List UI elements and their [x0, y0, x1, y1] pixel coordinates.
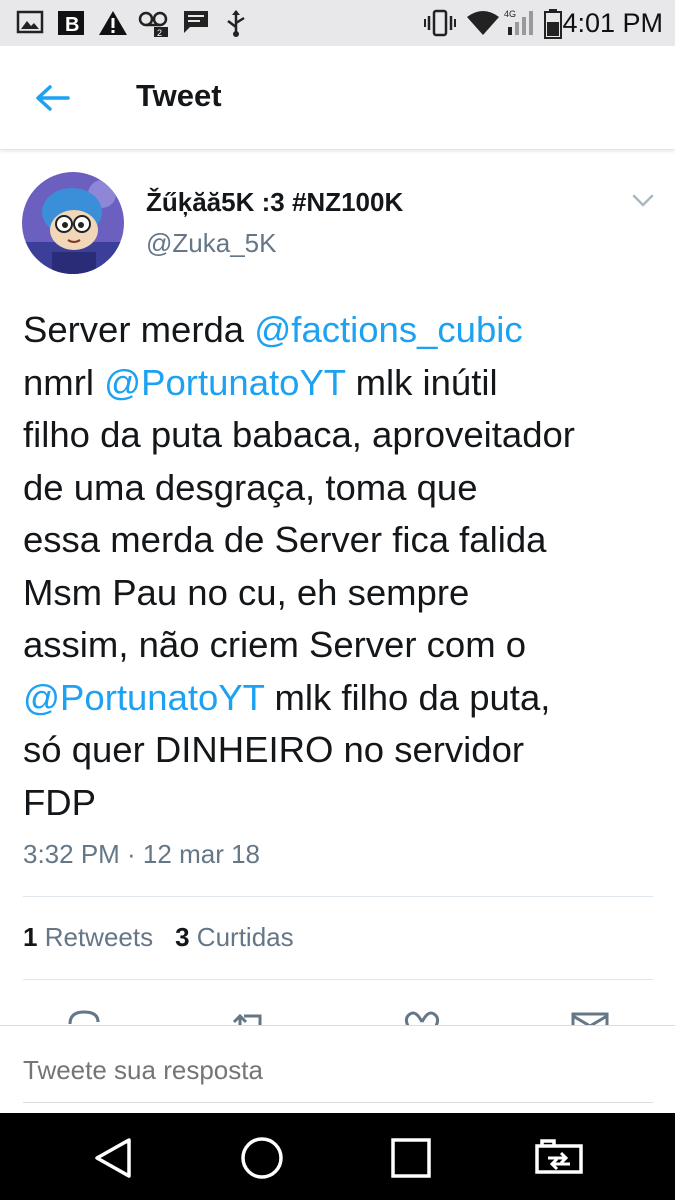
battery-icon	[544, 9, 562, 44]
signal-icon: 4G	[504, 9, 536, 42]
text-line: filho da puta babaca, aproveitador	[23, 414, 575, 455]
tweet-stats: 1 Retweets 3 Curtidas	[23, 922, 294, 953]
likes-label: Curtidas	[196, 922, 294, 952]
share-icon[interactable]	[570, 1008, 610, 1026]
vibrate-icon	[424, 9, 456, 42]
tweet-actions	[0, 1006, 675, 1026]
like-icon[interactable]	[402, 1008, 442, 1026]
mention-link[interactable]: @PortunatoYT	[23, 677, 264, 718]
retweet-icon[interactable]	[230, 1008, 270, 1026]
text-line: essa merda de Server fica falida	[23, 519, 547, 560]
network-label: 4G	[504, 9, 516, 19]
display-name[interactable]: Žűķăă5K :3 #NZ100K	[146, 187, 403, 218]
avatar-image	[22, 172, 124, 274]
text-segment: mlk inútil	[345, 361, 498, 403]
user-handle[interactable]: @Zuka_5K	[146, 228, 276, 259]
status-time: 4:01 PM	[562, 8, 663, 38]
svg-text:2: 2	[157, 28, 162, 37]
nav-switch-button[interactable]	[534, 1133, 584, 1183]
mention-link[interactable]: @factions_cubic	[254, 309, 522, 350]
divider	[23, 896, 653, 897]
reply-input[interactable]	[23, 1055, 623, 1086]
nav-home-button[interactable]	[237, 1133, 287, 1183]
usb-icon	[224, 9, 248, 42]
text-segment: nmrl	[23, 361, 105, 403]
reply-underline	[23, 1102, 653, 1103]
system-nav-bar	[0, 1113, 675, 1200]
warning-icon	[98, 9, 128, 42]
retweets-label: Retweets	[44, 922, 154, 952]
back-button[interactable]	[30, 76, 74, 120]
divider	[23, 979, 653, 980]
likes-count: 3	[175, 922, 190, 952]
text-line: de uma desgraça, toma que	[23, 466, 478, 508]
avatar[interactable]	[22, 172, 124, 274]
reply-icon[interactable]	[66, 1008, 102, 1026]
image-icon	[16, 9, 44, 40]
mention-link[interactable]: @PortunatoYT	[104, 362, 345, 403]
back-triangle-icon	[95, 1138, 131, 1178]
text-line: Msm Pau no cu, eh sempre	[23, 571, 470, 613]
retweets-stat[interactable]: 1 Retweets	[23, 922, 153, 953]
arrow-left-icon	[36, 85, 70, 111]
page-title: Tweet	[136, 78, 222, 113]
tweet-timestamp: 3:32 PM · 12 mar 18	[23, 839, 260, 869]
text-line: assim, não criem Server com o	[23, 624, 527, 665]
svg-text:B: B	[65, 14, 79, 36]
reply-bar	[0, 1025, 675, 1113]
text-segment: mlk filho da puta,	[264, 676, 551, 718]
app-header: Tweet	[0, 46, 675, 150]
wifi-icon	[466, 9, 500, 42]
tweet-menu-button[interactable]	[626, 188, 660, 214]
retweets-count: 1	[23, 922, 38, 952]
screen-switch-icon	[535, 1139, 583, 1174]
voicemail-icon: 2	[138, 9, 170, 42]
text-line: FDP	[23, 781, 96, 823]
text-segment: Server merda	[23, 309, 255, 350]
tweet-text: Server merda @factions_cubic nmrl @Portu…	[23, 304, 663, 829]
recents-square-icon	[391, 1138, 431, 1178]
text-line: só quer DINHEIRO no servidor	[23, 729, 525, 770]
home-circle-icon	[241, 1137, 283, 1179]
chevron-down-icon	[632, 194, 654, 207]
status-bar: B 2 4G 4:01 PM	[0, 0, 675, 46]
b-app-icon: B	[56, 9, 86, 42]
likes-stat[interactable]: 3 Curtidas	[175, 922, 294, 953]
nav-recents-button[interactable]	[386, 1133, 436, 1183]
message-icon	[182, 9, 210, 40]
nav-back-button[interactable]	[88, 1133, 138, 1183]
